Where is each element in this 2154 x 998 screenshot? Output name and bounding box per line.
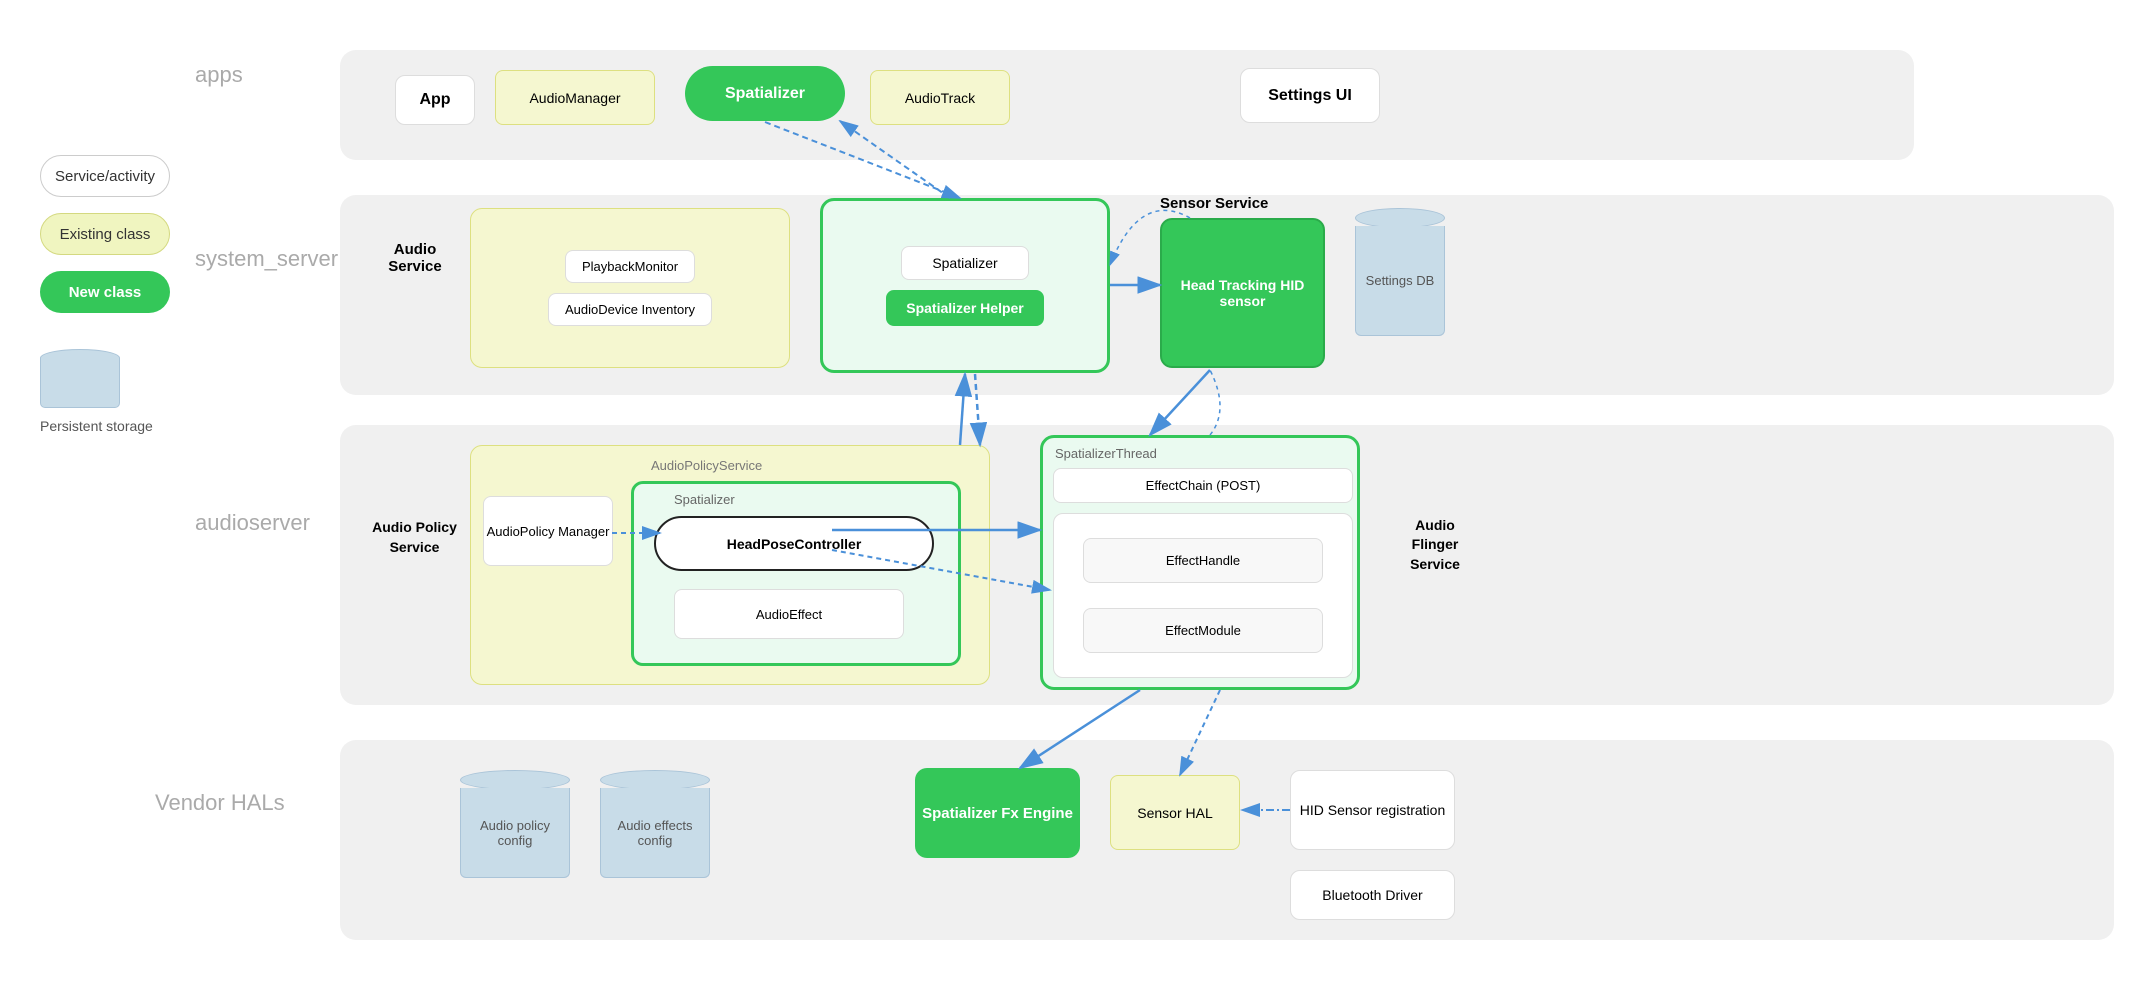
- settings-db-body: Settings DB: [1355, 226, 1445, 336]
- apc-body: Audio policy config: [460, 788, 570, 878]
- audio-policy-service-inner-label: AudioPolicyService: [651, 458, 762, 473]
- legend-cylinder-shape: [40, 349, 120, 414]
- spatializer-sys-group: Spatializer Spatializer Helper: [820, 198, 1110, 373]
- audio-flinger-label: Audio Flinger Service: [1390, 485, 1480, 605]
- audio-effects-config-cylinder: Audio effects config: [600, 770, 710, 878]
- legend-existing-class-box: Existing class: [40, 213, 170, 255]
- legend-existing-class: Existing class: [40, 213, 170, 255]
- spatializer-thread-group: SpatializerThread EffectChain (POST) Eff…: [1040, 435, 1360, 690]
- effect-inner-box: EffectHandle EffectModule: [1053, 513, 1353, 678]
- legend-persistent-storage: Persistent storage: [40, 349, 170, 434]
- audio-effect-node: AudioEffect: [674, 589, 904, 639]
- legend-new-class-label: New class: [69, 284, 142, 301]
- audio-service-label: Audio Service: [370, 218, 460, 298]
- effect-handle-node: EffectHandle: [1083, 538, 1323, 583]
- settings-db-cylinder: Settings DB: [1355, 208, 1445, 336]
- audio-service-box: PlaybackMonitor AudioDevice Inventory: [470, 208, 790, 368]
- head-pose-controller-node: HeadPoseController: [654, 516, 934, 571]
- spatializer-fx-engine-node: Spatializer Fx Engine: [915, 768, 1080, 858]
- spatializer-sys-node: Spatializer: [901, 246, 1028, 280]
- legend-new-class-box: New class: [40, 271, 170, 313]
- legend-new-class: New class: [40, 271, 170, 313]
- audio-track-node: AudioTrack: [870, 70, 1010, 125]
- legend-service-activity-label: Service/activity: [55, 168, 155, 185]
- effect-chain-node: EffectChain (POST): [1053, 468, 1353, 503]
- audio-manager-node: AudioManager: [495, 70, 655, 125]
- audio-policy-config-cylinder: Audio policy config: [460, 770, 570, 878]
- hid-sensor-registration-node: HID Sensor registration: [1290, 770, 1455, 850]
- audio-policy-service-label: Audio Policy Service: [362, 488, 467, 588]
- spatializer-audio-label: Spatializer: [674, 492, 735, 507]
- audioserver-layer-label: audioserver: [195, 510, 310, 536]
- audio-policy-manager-node: AudioPolicy Manager: [483, 496, 613, 566]
- legend: Service/activity Existing class New clas…: [40, 155, 170, 434]
- apps-layer-label: apps: [195, 62, 243, 88]
- vendor-hals-layer-label: Vendor HALs: [155, 790, 285, 816]
- spatializer-helper-node: Spatializer Helper: [886, 290, 1044, 326]
- audio-device-inventory-node: AudioDevice Inventory: [548, 293, 712, 326]
- head-tracking-hid-node: Head Tracking HID sensor: [1160, 218, 1325, 368]
- main-area: App AudioManager Spatializer AudioTrack …: [340, 30, 2114, 968]
- app-node: App: [395, 75, 475, 125]
- bluetooth-driver-node: Bluetooth Driver: [1290, 870, 1455, 920]
- aec-top: [600, 770, 710, 790]
- sensor-hal-node: Sensor HAL: [1110, 775, 1240, 850]
- audio-policy-outer-box: AudioPolicyService AudioPolicy Manager S…: [470, 445, 990, 685]
- spatializer-green-group: Spatializer HeadPoseController AudioEffe…: [631, 481, 961, 666]
- diagram-container: Service/activity Existing class New clas…: [0, 0, 2154, 998]
- settings-db-top: [1355, 208, 1445, 228]
- legend-storage-label: Persistent storage: [40, 418, 170, 434]
- playback-monitor-node: PlaybackMonitor: [565, 250, 695, 283]
- sensor-service-label: Sensor Service: [1160, 195, 1268, 212]
- legend-existing-class-label: Existing class: [60, 226, 151, 243]
- settings-ui-node: Settings UI: [1240, 68, 1380, 123]
- legend-service-activity: Service/activity: [40, 155, 170, 197]
- system-server-layer-label: system_server: [195, 246, 338, 272]
- cyl-body: [40, 358, 120, 408]
- aec-body: Audio effects config: [600, 788, 710, 878]
- legend-service-activity-box: Service/activity: [40, 155, 170, 197]
- effect-module-node: EffectModule: [1083, 608, 1323, 653]
- apc-top: [460, 770, 570, 790]
- spatializer-thread-label: SpatializerThread: [1055, 446, 1157, 461]
- spatializer-top-node: Spatializer: [685, 66, 845, 121]
